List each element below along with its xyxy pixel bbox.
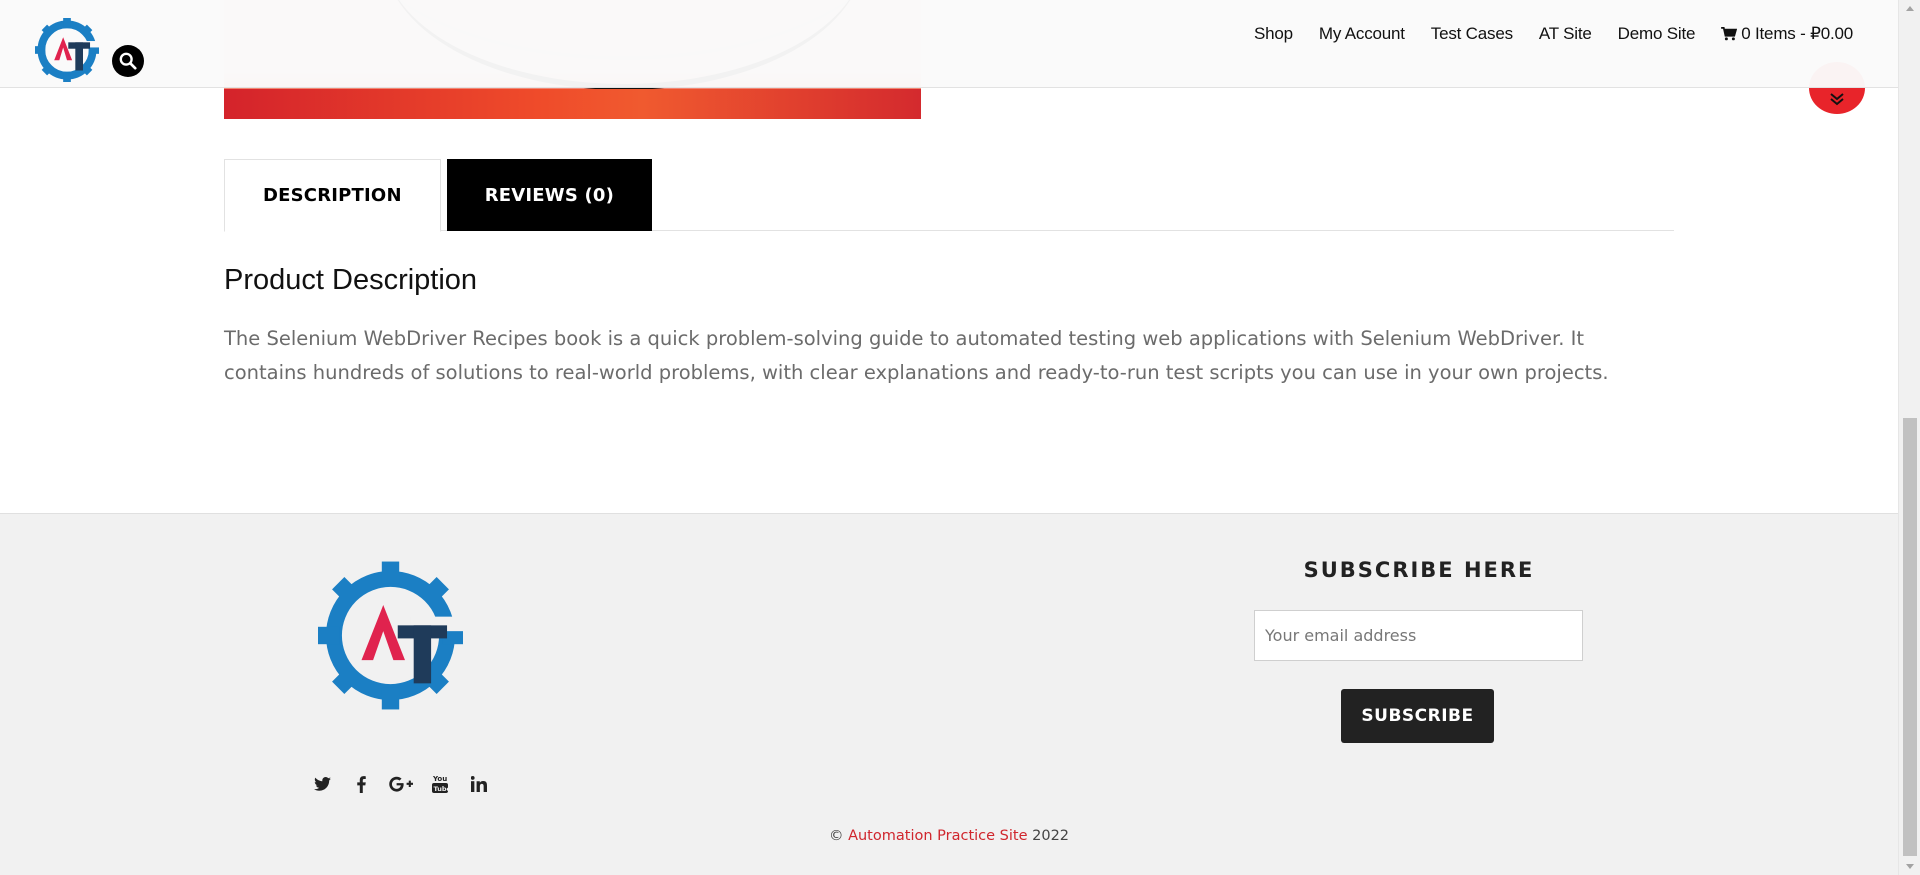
tab-description[interactable]: DESCRIPTION	[224, 159, 441, 232]
product-description-heading: Product Description	[224, 264, 478, 296]
cart-icon	[1721, 27, 1738, 41]
social-links: You Tube	[303, 772, 498, 796]
site-logo[interactable]	[35, 18, 101, 82]
gear-logo-icon	[318, 561, 469, 710]
main-nav: Shop My Account Test Cases AT Site Demo …	[1254, 22, 1853, 46]
nav-item-shop[interactable]: Shop	[1254, 22, 1293, 46]
product-tabs: DESCRIPTION REVIEWS (0)	[224, 159, 1674, 232]
twitter-icon[interactable]	[303, 772, 342, 796]
page-scrollbar[interactable]	[1898, 0, 1920, 875]
footer-logo[interactable]	[318, 558, 469, 713]
product-description-text: The Selenium WebDriver Recipes book is a…	[224, 327, 1609, 384]
nav-item-at-site[interactable]: AT Site	[1539, 22, 1592, 46]
svg-text:Tube: Tube	[433, 785, 448, 793]
copyright: © Automation Practice Site 2022	[0, 828, 1898, 844]
scrollbar-thumb[interactable]	[1903, 418, 1917, 856]
copyright-symbol: ©	[828, 828, 844, 844]
tab-reviews[interactable]: REVIEWS (0)	[446, 159, 653, 231]
site-footer: You Tube SUBSCRIBE HERE SUBSCRIBE © Autom…	[0, 513, 1898, 875]
scroll-down-arrow-icon[interactable]	[1899, 858, 1920, 875]
nav-item-demo-site[interactable]: Demo Site	[1618, 22, 1696, 46]
facebook-icon[interactable]	[342, 772, 381, 796]
svg-text:You: You	[432, 775, 447, 783]
email-field[interactable]	[1254, 610, 1583, 661]
site-header: Shop My Account Test Cases AT Site Demo …	[0, 0, 1898, 88]
youtube-icon[interactable]: You Tube	[420, 772, 459, 796]
subscribe-button[interactable]: SUBSCRIBE	[1341, 689, 1494, 743]
double-chevron-down-icon	[1830, 93, 1844, 106]
google-plus-icon[interactable]	[381, 772, 420, 796]
search-button[interactable]	[112, 45, 144, 77]
copyright-year: 2022	[1032, 828, 1070, 844]
linkedin-icon[interactable]	[459, 772, 498, 796]
copyright-site-link[interactable]: Automation Practice Site	[848, 828, 1027, 844]
scroll-up-arrow-icon[interactable]	[1899, 0, 1920, 17]
search-icon	[119, 52, 137, 70]
gear-logo-icon	[35, 18, 101, 82]
nav-item-my-account[interactable]: My Account	[1319, 22, 1405, 46]
nav-item-test-cases[interactable]: Test Cases	[1431, 22, 1513, 46]
cart-summary: 0 Items - ₽0.00	[1741, 24, 1853, 43]
subscribe-heading: SUBSCRIBE HERE	[1303, 558, 1535, 582]
cart-link[interactable]: 0 Items - ₽0.00	[1721, 22, 1853, 46]
